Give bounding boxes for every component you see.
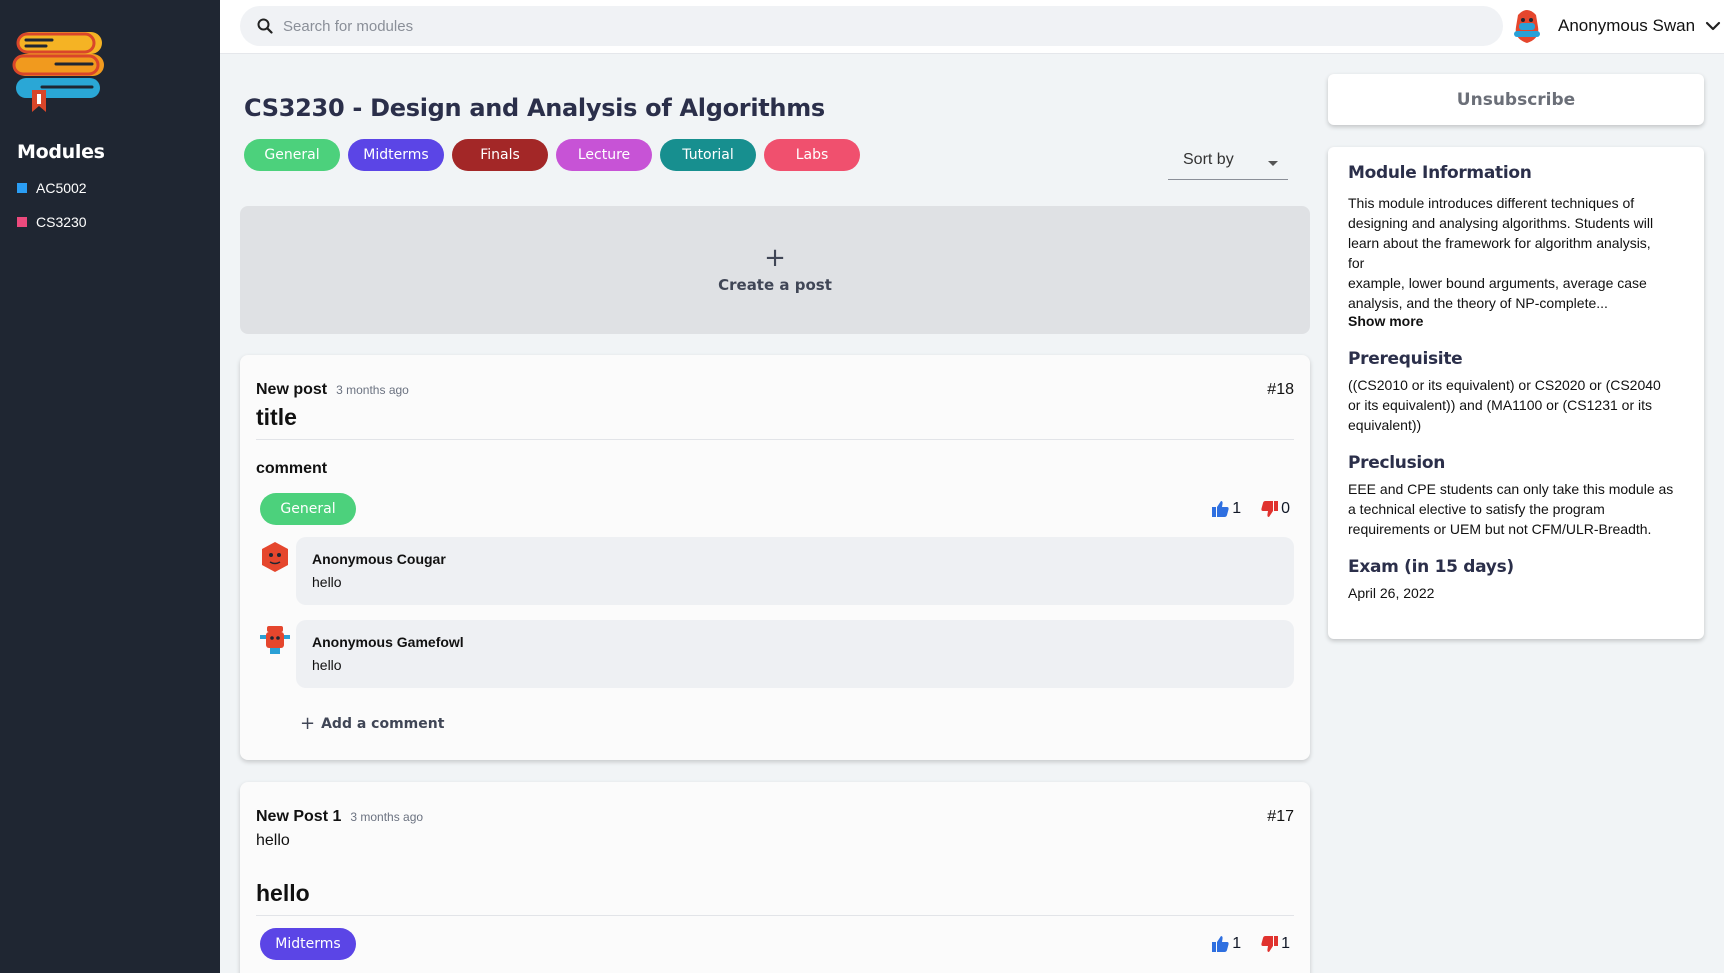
thumbs-up-icon <box>1212 936 1229 952</box>
module-description: This module introduces different techniq… <box>1348 193 1684 313</box>
description-line: analysis, and the theory of NP-complete.… <box>1348 295 1608 311</box>
comment-bubble: Anonymous Cougar hello <box>296 537 1294 605</box>
comment: Anonymous Gamefowl hello <box>256 620 1294 688</box>
post-card[interactable]: New post 3 months ago #18 title comment … <box>240 355 1310 760</box>
post-name: New post <box>256 381 328 398</box>
tag-finals[interactable]: Finals <box>452 139 548 171</box>
post-body: comment <box>256 460 328 477</box>
divider <box>256 915 1294 916</box>
post-id: #17 <box>1267 808 1294 825</box>
sidebar-item-label: AC5002 <box>36 180 87 196</box>
post-votes: 1 0 <box>1192 500 1290 518</box>
sidebar-item-cs3230[interactable]: CS3230 <box>17 212 87 232</box>
create-post-label: Create a post <box>718 276 832 294</box>
dislike-count: 0 <box>1281 500 1290 517</box>
search-icon <box>257 18 273 34</box>
post-header: New post 3 months ago <box>256 381 409 399</box>
post-time: 3 months ago <box>336 383 409 397</box>
books-logo-icon[interactable] <box>12 26 112 116</box>
sidebar-item-ac5002[interactable]: AC5002 <box>17 178 87 198</box>
post-title: hello <box>256 880 310 906</box>
tag-tutorial[interactable]: Tutorial <box>660 139 756 171</box>
create-post-button[interactable]: + Create a post <box>240 206 1310 334</box>
comment-text: hello <box>312 657 342 673</box>
unsubscribe-button[interactable]: Unsubscribe <box>1328 74 1704 125</box>
gamefowl-avatar-icon <box>260 626 290 654</box>
post-tag[interactable]: Midterms <box>260 928 356 960</box>
prerequisite-text: ((CS2010 or its equivalent) or CS2020 or… <box>1348 375 1684 435</box>
preclusion-line: a technical elective to satisfy the prog… <box>1348 501 1605 517</box>
sort-by-label: Sort by <box>1183 151 1234 168</box>
sort-by-dropdown[interactable]: Sort by <box>1168 148 1288 180</box>
module-color-square <box>17 217 27 227</box>
thumbs-down-icon <box>1261 936 1279 952</box>
page-title: CS3230 - Design and Analysis of Algorith… <box>244 94 825 122</box>
dislike-count: 1 <box>1281 935 1290 952</box>
post-name: New Post 1 <box>256 808 342 825</box>
sidebar-item-label: CS3230 <box>36 214 87 230</box>
comment-bubble: Anonymous Gamefowl hello <box>296 620 1294 688</box>
user-avatar-icon <box>1514 10 1540 43</box>
preclusion-heading: Preclusion <box>1348 453 1446 473</box>
plus-icon: + <box>764 243 786 273</box>
like-count: 1 <box>1232 500 1242 517</box>
preclusion-text: EEE and CPE students can only take this … <box>1348 479 1684 539</box>
dislike-button[interactable]: 0 <box>1261 500 1290 518</box>
description-line: for <box>1348 255 1365 271</box>
comment-author: Anonymous Gamefowl <box>312 634 464 650</box>
add-comment-button[interactable]: + Add a comment <box>300 713 444 734</box>
description-line: learn about the framework for algorithm … <box>1348 235 1651 251</box>
user-menu[interactable]: Anonymous Swan <box>1510 6 1721 46</box>
description-line: designing and analysing algorithms. Stud… <box>1348 215 1654 231</box>
post-time: 3 months ago <box>350 810 424 824</box>
user-name: Anonymous Swan <box>1558 16 1696 35</box>
divider <box>256 439 1294 440</box>
post-header: New Post 1 3 months ago <box>256 808 423 826</box>
modules-title: Modules <box>17 141 105 163</box>
post-votes: 1 1 <box>1192 935 1290 953</box>
description-line: This module introduces different techniq… <box>1348 195 1635 211</box>
like-button[interactable]: 1 <box>1212 500 1241 518</box>
comment: Anonymous Cougar hello <box>256 537 1294 605</box>
module-color-square <box>17 183 27 193</box>
prerequisite-line: equivalent)) <box>1348 417 1422 433</box>
search-bar[interactable] <box>240 6 1503 46</box>
tag-midterms[interactable]: Midterms <box>348 139 444 171</box>
description-line: example, lower bound arguments, average … <box>1348 275 1647 291</box>
exam-date: April 26, 2022 <box>1348 585 1435 601</box>
post-card[interactable]: New Post 1 3 months ago #17 hello hello … <box>240 782 1310 973</box>
post-tag[interactable]: General <box>260 493 356 525</box>
prerequisite-line: ((CS2010 or its equivalent) or CS2020 or… <box>1348 377 1661 393</box>
module-info-heading: Module Information <box>1348 163 1532 183</box>
cougar-avatar-icon <box>262 542 288 572</box>
preclusion-line: requirements or UEM but not CFM/ULR-Brea… <box>1348 521 1652 537</box>
add-comment-label: Add a comment <box>321 715 445 732</box>
post-title: title <box>256 404 297 430</box>
caret-down-icon <box>1268 161 1278 166</box>
topbar: Anonymous Swan <box>220 0 1724 54</box>
like-count: 1 <box>1232 935 1242 952</box>
tag-filter-bar: General Midterms Finals Lecture Tutorial… <box>244 139 868 171</box>
tag-general[interactable]: General <box>244 139 340 171</box>
plus-icon: + <box>300 713 316 734</box>
search-input[interactable] <box>283 17 1433 35</box>
post-subtitle: hello <box>256 832 290 849</box>
prerequisite-heading: Prerequisite <box>1348 349 1463 369</box>
post-id: #18 <box>1267 381 1294 398</box>
tag-labs[interactable]: Labs <box>764 139 860 171</box>
exam-heading: Exam (in 15 days) <box>1348 557 1514 577</box>
module-info-card: Module Information This module introduce… <box>1328 147 1704 639</box>
like-button[interactable]: 1 <box>1212 935 1241 953</box>
dislike-button[interactable]: 1 <box>1261 935 1290 953</box>
prerequisite-line: or its equivalent)) and (MA1100 or (CS12… <box>1348 397 1652 413</box>
chevron-down-icon <box>1705 21 1721 31</box>
comment-author: Anonymous Cougar <box>312 551 446 567</box>
comment-text: hello <box>312 574 342 590</box>
tag-lecture[interactable]: Lecture <box>556 139 652 171</box>
preclusion-line: EEE and CPE students can only take this … <box>1348 481 1674 497</box>
show-more-link[interactable]: Show more <box>1348 313 1684 329</box>
thumbs-up-icon <box>1212 501 1229 517</box>
sidebar: Modules AC5002 CS3230 <box>0 0 220 973</box>
thumbs-down-icon <box>1261 501 1279 517</box>
